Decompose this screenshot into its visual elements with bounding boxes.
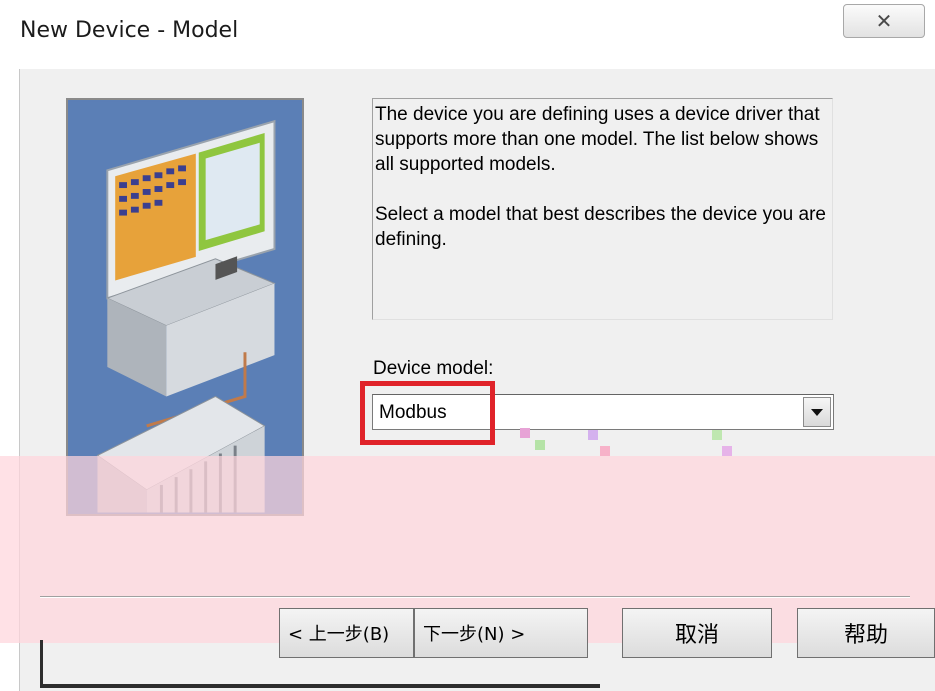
wizard-illustration bbox=[66, 98, 304, 516]
artifact-noise bbox=[520, 428, 530, 438]
close-button[interactable]: ✕ bbox=[843, 4, 925, 38]
button-separator bbox=[40, 596, 910, 598]
window-edge bbox=[40, 640, 43, 686]
description-paragraph-1: The device you are defining uses a devic… bbox=[375, 104, 820, 175]
artifact-noise bbox=[722, 446, 732, 456]
window-title: New Device - Model bbox=[20, 18, 239, 43]
computer-plc-illustration bbox=[68, 101, 302, 513]
highlight-box bbox=[360, 381, 495, 445]
chevron-down-icon bbox=[811, 408, 823, 416]
description-box: The device you are defining uses a devic… bbox=[372, 98, 833, 320]
back-button[interactable]: < 上一步(B) bbox=[279, 608, 414, 658]
artifact-noise bbox=[535, 440, 545, 450]
artifact-noise bbox=[588, 430, 598, 440]
close-icon: ✕ bbox=[875, 9, 893, 33]
title-bar: New Device - Model ✕ bbox=[0, 0, 935, 70]
device-model-label: Device model: bbox=[373, 358, 494, 379]
artifact-noise bbox=[712, 430, 722, 440]
description-paragraph-2: Select a model that best describes the d… bbox=[375, 204, 826, 250]
dropdown-button[interactable] bbox=[803, 397, 831, 427]
next-button[interactable]: 下一步(N) > bbox=[414, 608, 588, 658]
help-button[interactable]: 帮助 bbox=[797, 608, 935, 658]
cancel-button[interactable]: 取消 bbox=[622, 608, 772, 658]
artifact-noise bbox=[600, 446, 610, 456]
window-bottom-edge bbox=[40, 684, 600, 688]
